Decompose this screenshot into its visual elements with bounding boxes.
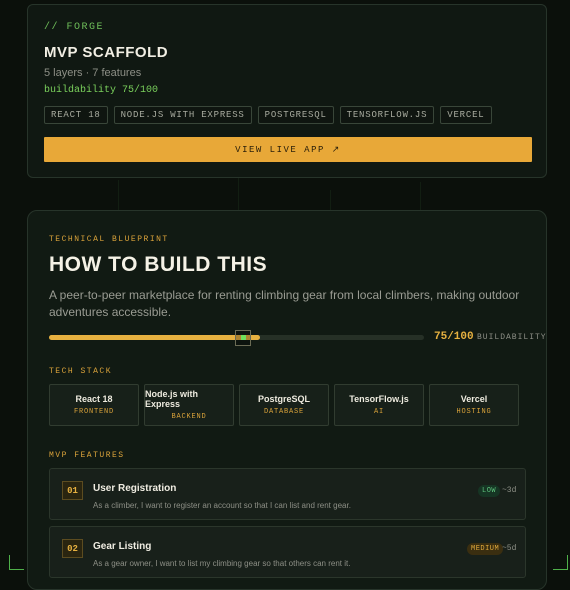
complexity-badge: LOW xyxy=(478,485,501,497)
tech-stack-item[interactable]: PostgreSQL DATABASE xyxy=(239,384,329,426)
time-estimate: ~3d xyxy=(502,486,517,495)
tech-tag: TENSORFLOW.JS xyxy=(339,106,435,124)
buildability-bar xyxy=(49,330,424,346)
tech-stack-role: HOSTING xyxy=(456,408,492,416)
blueprint-card: TECHNICAL BLUEPRINT HOW TO BUILD THIS A … xyxy=(27,210,547,590)
blueprint-title: HOW TO BUILD THIS xyxy=(49,253,268,276)
corner-bracket-right xyxy=(553,555,568,570)
forge-card: // FORGE MVP SCAFFOLD 5 layers · 7 featu… xyxy=(27,4,547,178)
buildability-text: buildability 75/100 xyxy=(44,85,159,96)
view-live-app-button[interactable]: VIEW LIVE APP ↗ xyxy=(44,137,532,162)
feature-card[interactable]: 01 User Registration As a climber, I wan… xyxy=(49,468,526,520)
tech-stack-name: React 18 xyxy=(75,394,113,404)
tech-stack-list: React 18 FRONTEND Node.js with Express B… xyxy=(49,384,519,426)
tech-tag: REACT 18 xyxy=(44,106,108,124)
forge-label: // FORGE xyxy=(44,22,105,33)
feature-description: As a climber, I want to register an acco… xyxy=(93,501,351,510)
feature-card[interactable]: 02 Gear Listing As a gear owner, I want … xyxy=(49,526,526,578)
complexity-badge: MEDIUM xyxy=(467,543,504,555)
tech-tag: NODE.JS WITH EXPRESS xyxy=(113,106,252,124)
tech-stack-name: TensorFlow.js xyxy=(349,394,409,404)
tech-tags: REACT 18 NODE.JS WITH EXPRESS POSTGRESQL… xyxy=(44,106,492,124)
tech-stack-item[interactable]: Vercel HOSTING xyxy=(429,384,519,426)
tech-stack-role: AI xyxy=(373,408,384,416)
tech-stack-role: BACKEND xyxy=(171,413,207,421)
mvp-features-label: MVP FEATURES xyxy=(49,451,125,460)
tech-stack-role: DATABASE xyxy=(263,408,304,416)
tech-stack-item[interactable]: Node.js with Express BACKEND xyxy=(144,384,234,426)
buildability-bar-fill xyxy=(49,335,260,340)
feature-description: As a gear owner, I want to list my climb… xyxy=(93,559,351,568)
feature-number: 02 xyxy=(62,539,83,558)
tech-stack-item[interactable]: React 18 FRONTEND xyxy=(49,384,139,426)
tech-tag: POSTGRESQL xyxy=(257,106,334,124)
buildability-caption: BUILDABILITY xyxy=(477,333,547,342)
tech-stack-label: TECH STACK xyxy=(49,367,113,376)
tech-stack-item[interactable]: TensorFlow.js AI xyxy=(334,384,424,426)
time-estimate: ~5d xyxy=(502,544,517,553)
feature-title: Gear Listing xyxy=(93,541,152,552)
tech-stack-name: Vercel xyxy=(460,394,488,404)
buildability-score: 75/100 xyxy=(434,331,474,343)
buildability-slider-handle[interactable] xyxy=(235,330,251,346)
corner-bracket-left xyxy=(9,555,24,570)
tech-stack-name: Node.js with Express xyxy=(145,389,199,409)
blueprint-label: TECHNICAL BLUEPRINT xyxy=(49,235,169,244)
blueprint-description: A peer-to-peer marketplace for renting c… xyxy=(49,288,520,319)
tech-stack-name: PostgreSQL xyxy=(257,394,310,404)
feature-number: 01 xyxy=(62,481,83,500)
tech-stack-role: FRONTEND xyxy=(73,408,114,416)
feature-title: User Registration xyxy=(93,483,177,494)
mvp-title: MVP SCAFFOLD xyxy=(44,44,169,61)
mvp-subtitle: 5 layers · 7 features xyxy=(44,67,142,79)
tech-tag: VERCEL xyxy=(440,106,492,124)
